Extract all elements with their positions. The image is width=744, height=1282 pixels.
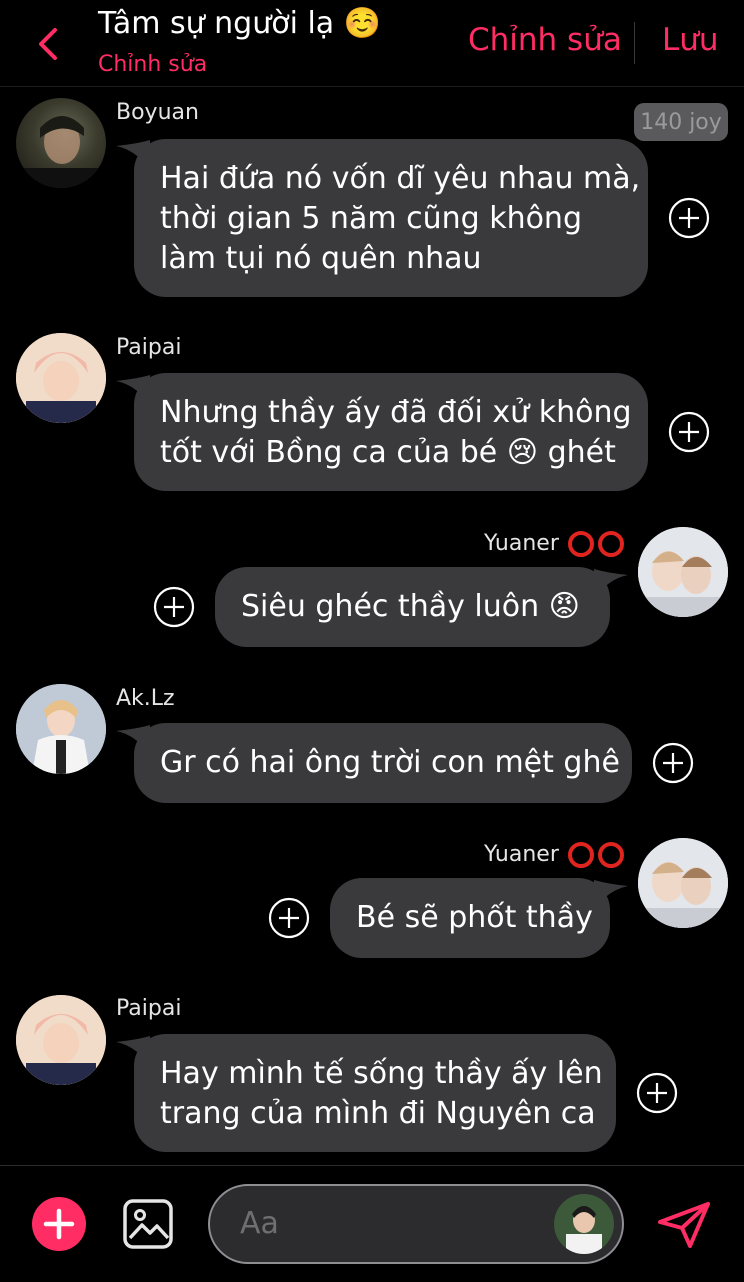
message-line: Hai đứa nó vốn dĩ yêu nhau mà, (160, 161, 641, 196)
message-line: Bé sẽ phốt thầy (356, 900, 593, 935)
persona-avatar[interactable] (554, 1194, 614, 1254)
profile-photo (16, 684, 106, 774)
message-line: thời gian 5 năm cũng không (160, 201, 582, 236)
plus-icon (43, 1208, 75, 1240)
add-button[interactable] (32, 1197, 86, 1251)
profile-photo (16, 333, 106, 423)
image-icon[interactable] (122, 1198, 174, 1250)
message-line: Gr có hai ông trời con mệt ghê (160, 745, 620, 780)
sender-name-row: Yuaner (484, 841, 628, 869)
message-bubble[interactable]: Nhưng thầy ấy đã đối xử không tốt với Bồ… (134, 373, 648, 491)
add-reaction-icon[interactable] (636, 1072, 678, 1114)
send-icon[interactable] (656, 1200, 712, 1250)
sender-name: Ak.Lz (116, 686, 175, 711)
profile-photo (24, 116, 100, 188)
add-reaction-icon[interactable] (268, 897, 310, 939)
back-button[interactable] (28, 22, 68, 66)
sender-name: Yuaner (484, 842, 559, 867)
avatar[interactable] (16, 995, 106, 1085)
avatar[interactable] (16, 684, 106, 774)
profile-photo (638, 527, 728, 617)
profile-photo (638, 838, 728, 928)
message-line: Hay mình tế sống thầy ấy lên (160, 1056, 603, 1091)
add-reaction-icon[interactable] (153, 586, 195, 628)
chat-header: Tâm sự người lạ ☺️ Chỉnh sửa Chỉnh sửa L… (0, 0, 744, 87)
sender-name: Paipai (116, 996, 182, 1021)
message-bubble[interactable]: Gr có hai ông trời con mệt ghê (134, 723, 632, 803)
sender-name: Paipai (116, 335, 182, 360)
input-placeholder: Aa (240, 1206, 279, 1241)
message-bubble[interactable]: Hai đứa nó vốn dĩ yêu nhau mà, thời gian… (134, 139, 648, 297)
sender-name: Yuaner (484, 531, 559, 556)
message-bubble[interactable]: Hay mình tế sống thầy ấy lên trang của m… (134, 1034, 616, 1152)
chat-title: Tâm sự người lạ ☺️ (98, 6, 382, 41)
message-input[interactable]: Aa (208, 1184, 624, 1264)
avatar[interactable] (638, 527, 728, 617)
avatar[interactable] (16, 98, 106, 188)
add-reaction-icon[interactable] (668, 411, 710, 453)
red-circles-icon (567, 531, 624, 557)
add-reaction-icon[interactable] (652, 742, 694, 784)
add-reaction-icon[interactable] (668, 197, 710, 239)
red-circles-icon (567, 842, 624, 868)
chevron-left-icon (39, 28, 57, 60)
message-line: Nhưng thầy ấy đã đối xử không (160, 395, 632, 430)
sender-name-row: Yuaner (484, 530, 628, 558)
sender-name: Boyuan (116, 100, 199, 125)
chat-subtitle: Chỉnh sửa (98, 52, 208, 77)
avatar[interactable] (16, 333, 106, 423)
header-divider (634, 22, 635, 64)
save-button[interactable]: Lưu (662, 22, 719, 58)
profile-photo (554, 1194, 614, 1254)
message-bubble[interactable]: Siêu ghéc thầy luôn 😡 (215, 567, 610, 647)
message-line: Siêu ghéc thầy luôn 😡 (241, 589, 580, 624)
edit-button[interactable]: Chỉnh sửa (468, 22, 622, 58)
message-line: làm tụi nó quên nhau (160, 241, 482, 276)
avatar[interactable] (638, 838, 728, 928)
message-line: trang của mình đi Nguyên ca (160, 1096, 596, 1131)
message-bubble[interactable]: Bé sẽ phốt thầy (330, 878, 610, 958)
message-line: tốt với Bồng ca của bé 😢 ghét (160, 435, 616, 470)
profile-photo (16, 995, 106, 1085)
joy-badge: 140 joy (634, 103, 728, 141)
